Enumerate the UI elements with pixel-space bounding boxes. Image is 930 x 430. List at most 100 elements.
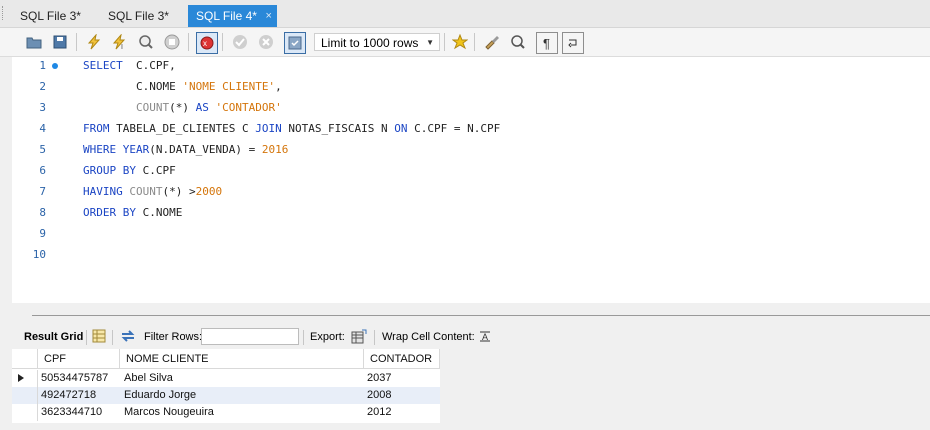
- line-number: 5: [39, 143, 46, 156]
- code-line: GROUP BY C.CPF: [83, 164, 176, 177]
- code-line: FROM TABELA_DE_CLIENTES C JOIN NOTAS_FIS…: [83, 122, 500, 135]
- sql-text: C.CPF: [135, 164, 176, 177]
- row-header[interactable]: [12, 387, 38, 404]
- open-folder-icon[interactable]: [24, 32, 44, 52]
- invisible-chars-icon[interactable]: ¶: [536, 32, 558, 54]
- close-icon[interactable]: ×: [265, 5, 271, 27]
- sql-text: (*) >: [162, 185, 196, 198]
- refresh-arrows-icon[interactable]: [120, 329, 136, 346]
- cell-cpf[interactable]: 3623344710: [41, 404, 102, 421]
- cell-contador[interactable]: 2037: [367, 370, 391, 387]
- execute-lightning-icon[interactable]: [84, 32, 104, 52]
- code-line: SELECT C.CPF,: [83, 59, 176, 72]
- explain-magnifier-icon[interactable]: [136, 32, 156, 52]
- sql-text: TABELA_DE_CLIENTES C: [109, 122, 256, 135]
- line-number: 7: [39, 185, 46, 198]
- cell-nome-cliente[interactable]: Marcos Nougeuira: [124, 404, 214, 421]
- editor-toolbar: I x Limit to 1000 rows ▼ ¶: [0, 28, 930, 57]
- export-label: Export:: [310, 331, 345, 343]
- execute-current-icon[interactable]: I: [110, 32, 130, 52]
- wrap-cell-content-label: Wrap Cell Content:: [382, 331, 475, 343]
- toolbar-separator: [444, 33, 445, 51]
- sql-function: COUNT: [135, 101, 170, 114]
- find-magnifier-icon[interactable]: [508, 32, 528, 52]
- sql-editor[interactable]: 1 2 3 4 5 6 7 8 9 10 SELECT C.CPF, C.NOM…: [12, 57, 930, 303]
- cell-cpf[interactable]: 492472718: [41, 387, 96, 404]
- tab-label: SQL File 4*: [196, 9, 257, 23]
- grid-view-icon[interactable]: [92, 329, 106, 346]
- tab-bar-grip: [2, 6, 7, 20]
- toolbar-separator: [222, 33, 223, 51]
- save-icon[interactable]: [50, 32, 70, 52]
- sql-keyword: JOIN: [255, 122, 282, 135]
- row-header[interactable]: [12, 370, 38, 387]
- tab-sql-file-4[interactable]: SQL File 4* ×: [188, 5, 277, 27]
- sql-keyword: AS: [195, 101, 209, 114]
- line-number: 1: [39, 59, 46, 72]
- current-statement-bullet-icon: [52, 63, 58, 69]
- toolbar-separator: [474, 33, 475, 51]
- code-line: WHERE YEAR(N.DATA_VENDA) = 2016: [83, 143, 288, 156]
- add-snippet-star-icon[interactable]: [450, 32, 470, 52]
- sql-keyword: WHERE: [83, 143, 117, 156]
- column-header-cpf[interactable]: CPF: [38, 349, 120, 369]
- toolbar-separator: [76, 33, 77, 51]
- rollback-icon[interactable]: [256, 32, 276, 52]
- code-line: COUNT(*) AS 'CONTADOR': [83, 101, 282, 114]
- result-grid: CPF NOME CLIENTE CONTADOR 50534475787 Ab…: [12, 349, 440, 423]
- sql-text: C.CPF,: [122, 59, 176, 72]
- sql-string: 'CONTADOR': [215, 101, 282, 114]
- cell-cpf[interactable]: 50534475787: [41, 370, 108, 387]
- commit-icon[interactable]: [230, 32, 250, 52]
- sql-keyword: GROUP BY: [83, 164, 136, 177]
- tab-sql-file-3-a[interactable]: SQL File 3*: [12, 5, 89, 27]
- limit-rows-select[interactable]: Limit to 1000 rows ▼: [314, 33, 440, 51]
- table-row[interactable]: 3623344710 Marcos Nougeuira 2012: [12, 404, 440, 421]
- sql-number: 2000: [195, 185, 223, 198]
- cell-contador[interactable]: 2012: [367, 404, 391, 421]
- svg-text:I: I: [121, 44, 123, 50]
- sql-text: (N.DATA_VENDA) =: [149, 143, 262, 156]
- sql-keyword: YEAR: [122, 143, 150, 156]
- sql-text: C.CPF = N.CPF: [407, 122, 501, 135]
- result-grid-label[interactable]: Result Grid: [24, 331, 83, 343]
- cell-contador[interactable]: 2008: [367, 387, 391, 404]
- sql-keyword: HAVING: [83, 185, 123, 198]
- sql-text: C.NOME: [135, 206, 183, 219]
- table-row[interactable]: 50534475787 Abel Silva 2037: [12, 370, 440, 387]
- panel-splitter[interactable]: [32, 315, 930, 316]
- sql-string: 'NOME CLIENTE': [182, 80, 276, 93]
- code-line: ORDER BY C.NOME: [83, 206, 182, 219]
- toggle-stop-on-error-icon[interactable]: x: [196, 32, 218, 54]
- line-number: 3: [39, 101, 46, 114]
- autocommit-icon[interactable]: [284, 32, 306, 54]
- export-icon[interactable]: [351, 329, 367, 348]
- wrap-lines-icon[interactable]: [562, 32, 584, 54]
- table-row[interactable]: 492472718 Eduardo Jorge 2008: [12, 387, 440, 404]
- filter-rows-input[interactable]: [201, 328, 299, 345]
- result-toolbar: Result Grid Filter Rows: Export: Wrap Ce…: [12, 326, 930, 350]
- column-header-nome-cliente[interactable]: NOME CLIENTE: [120, 349, 364, 369]
- code-line: C.NOME 'NOME CLIENTE',: [83, 80, 282, 93]
- cell-nome-cliente[interactable]: Abel Silva: [124, 370, 173, 387]
- stop-icon[interactable]: [162, 32, 182, 52]
- tab-sql-file-3-b[interactable]: SQL File 3*: [100, 5, 177, 27]
- svg-text:x: x: [203, 39, 207, 48]
- column-header-contador[interactable]: CONTADOR: [364, 349, 440, 369]
- line-number: 2: [39, 80, 46, 93]
- row-header-corner: [12, 349, 38, 369]
- sql-keyword: ORDER BY: [83, 206, 136, 219]
- cell-nome-cliente[interactable]: Eduardo Jorge: [124, 387, 196, 404]
- svg-text:A: A: [482, 332, 488, 342]
- row-header[interactable]: [12, 404, 38, 421]
- sql-keyword: FROM: [83, 122, 110, 135]
- line-number: 4: [39, 122, 46, 135]
- wrap-cell-icon[interactable]: A: [479, 330, 491, 345]
- beautify-brush-icon[interactable]: [482, 32, 502, 52]
- sql-keyword: SELECT: [83, 59, 123, 72]
- sql-function: COUNT: [129, 185, 163, 198]
- code-line: HAVING COUNT(*) >2000: [83, 185, 222, 198]
- sql-number: 2016: [261, 143, 289, 156]
- toolbar-separator: [112, 330, 113, 345]
